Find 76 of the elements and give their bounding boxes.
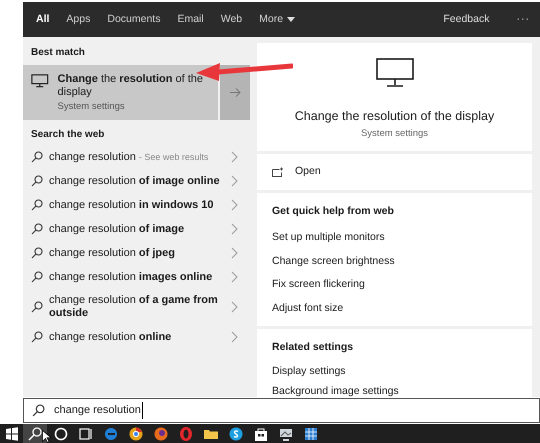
section-heading: Get quick help from web xyxy=(272,204,395,219)
monitor-icon xyxy=(374,57,414,89)
search-icon[interactable] xyxy=(27,426,43,442)
filter-tab[interactable]: All xyxy=(36,2,50,37)
arrow-right-icon xyxy=(230,88,240,97)
suggestion-text: change resolution of image online xyxy=(49,174,220,186)
related-link[interactable]: Display settings xyxy=(272,362,517,382)
monitor-icon xyxy=(31,73,49,89)
search-icon xyxy=(31,301,43,313)
suggestion-text: change resolution online xyxy=(49,330,172,342)
suggestion-text: change resolution images online xyxy=(49,270,212,282)
chrome-browser-icon[interactable] xyxy=(128,426,144,442)
suggestion-text: change resolution of image xyxy=(49,222,184,234)
suggestion-text: change resolution in windows 10 xyxy=(49,198,214,210)
preview-subtitle: System settings xyxy=(360,126,428,141)
web-suggestion[interactable]: change resolution images online xyxy=(23,265,250,289)
chevron-right-icon xyxy=(231,331,238,343)
open-window-icon xyxy=(272,166,284,177)
filter-tab[interactable]: Apps xyxy=(66,2,90,37)
cortana-circle-icon[interactable] xyxy=(53,426,69,442)
store-bag-icon[interactable] xyxy=(253,426,269,442)
filter-tab[interactable]: Web xyxy=(220,2,242,37)
suggestion-text: change resolution of jpeg xyxy=(49,246,175,258)
best-match-subtitle: System settings xyxy=(58,100,126,114)
preview-title: Change the resolution of the display xyxy=(294,108,494,125)
search-text: change resolution xyxy=(54,402,143,419)
windows-start-icon[interactable] xyxy=(4,426,20,442)
caret-down-icon xyxy=(287,17,296,22)
search-field[interactable]: change resolution xyxy=(23,398,540,423)
mouse-cursor-icon xyxy=(42,430,51,443)
web-suggestion[interactable]: change resolution in windows 10 xyxy=(23,193,250,217)
web-suggestion[interactable]: change resolution of image online xyxy=(23,169,250,193)
search-icon xyxy=(31,247,43,259)
opera-browser-icon[interactable] xyxy=(178,426,194,442)
best-match-item[interactable]: Change the resolution of the display System settings xyxy=(23,65,218,120)
search-icon xyxy=(32,404,45,417)
chevron-right-icon xyxy=(231,151,238,163)
search-icon xyxy=(31,175,43,187)
filter-tab[interactable]: Documents xyxy=(107,2,160,37)
suggestion-text: change resolution of a game from outside xyxy=(49,294,218,319)
search-icon xyxy=(31,271,43,283)
web-suggestion[interactable]: change resolution online xyxy=(23,325,250,349)
edge-browser-icon[interactable] xyxy=(103,426,119,442)
chevron-right-icon xyxy=(231,301,238,313)
chevron-right-icon xyxy=(231,247,238,259)
help-link[interactable]: Adjust font size xyxy=(272,297,517,320)
web-suggestion[interactable]: change resolution of image xyxy=(23,217,250,241)
chevron-right-icon xyxy=(231,271,238,283)
help-link[interactable]: Fix screen flickering xyxy=(272,274,517,297)
chevron-right-icon xyxy=(231,199,238,211)
section-heading: Search the web xyxy=(30,128,106,142)
section-heading: Related settings xyxy=(272,340,354,354)
web-suggestion[interactable]: change resolution - See web results xyxy=(23,145,250,169)
suggestion-text: change resolution xyxy=(49,150,136,162)
search-icon xyxy=(31,199,43,211)
skype-icon[interactable] xyxy=(228,426,244,442)
web-suggestion[interactable]: change resolution of jpeg xyxy=(23,241,250,265)
chevron-right-icon xyxy=(231,223,238,235)
feedback-link[interactable]: Feedback xyxy=(443,12,490,28)
firefox-browser-icon[interactable] xyxy=(153,426,169,442)
suggestion-hint: - See web results xyxy=(138,152,208,162)
filter-tab[interactable]: Email xyxy=(177,2,204,37)
search-icon xyxy=(31,331,43,343)
help-link[interactable]: Set up multiple monitors xyxy=(272,226,517,250)
search-icon xyxy=(31,151,43,163)
section-heading: Best match xyxy=(30,46,86,60)
help-link[interactable]: Change screen brightness xyxy=(272,250,517,274)
open-button[interactable]: Open xyxy=(272,164,321,180)
more-options-button[interactable]: ··· xyxy=(516,12,530,28)
best-match-title: Change the resolution of the display xyxy=(58,73,204,99)
web-suggestion[interactable]: change resolution of a game from outside xyxy=(23,289,250,325)
filter-tab[interactable]: More xyxy=(259,2,296,37)
grid-app-icon[interactable] xyxy=(303,426,319,442)
chevron-right-icon xyxy=(231,175,238,187)
task-view-icon[interactable] xyxy=(78,426,94,442)
search-icon xyxy=(31,223,43,235)
